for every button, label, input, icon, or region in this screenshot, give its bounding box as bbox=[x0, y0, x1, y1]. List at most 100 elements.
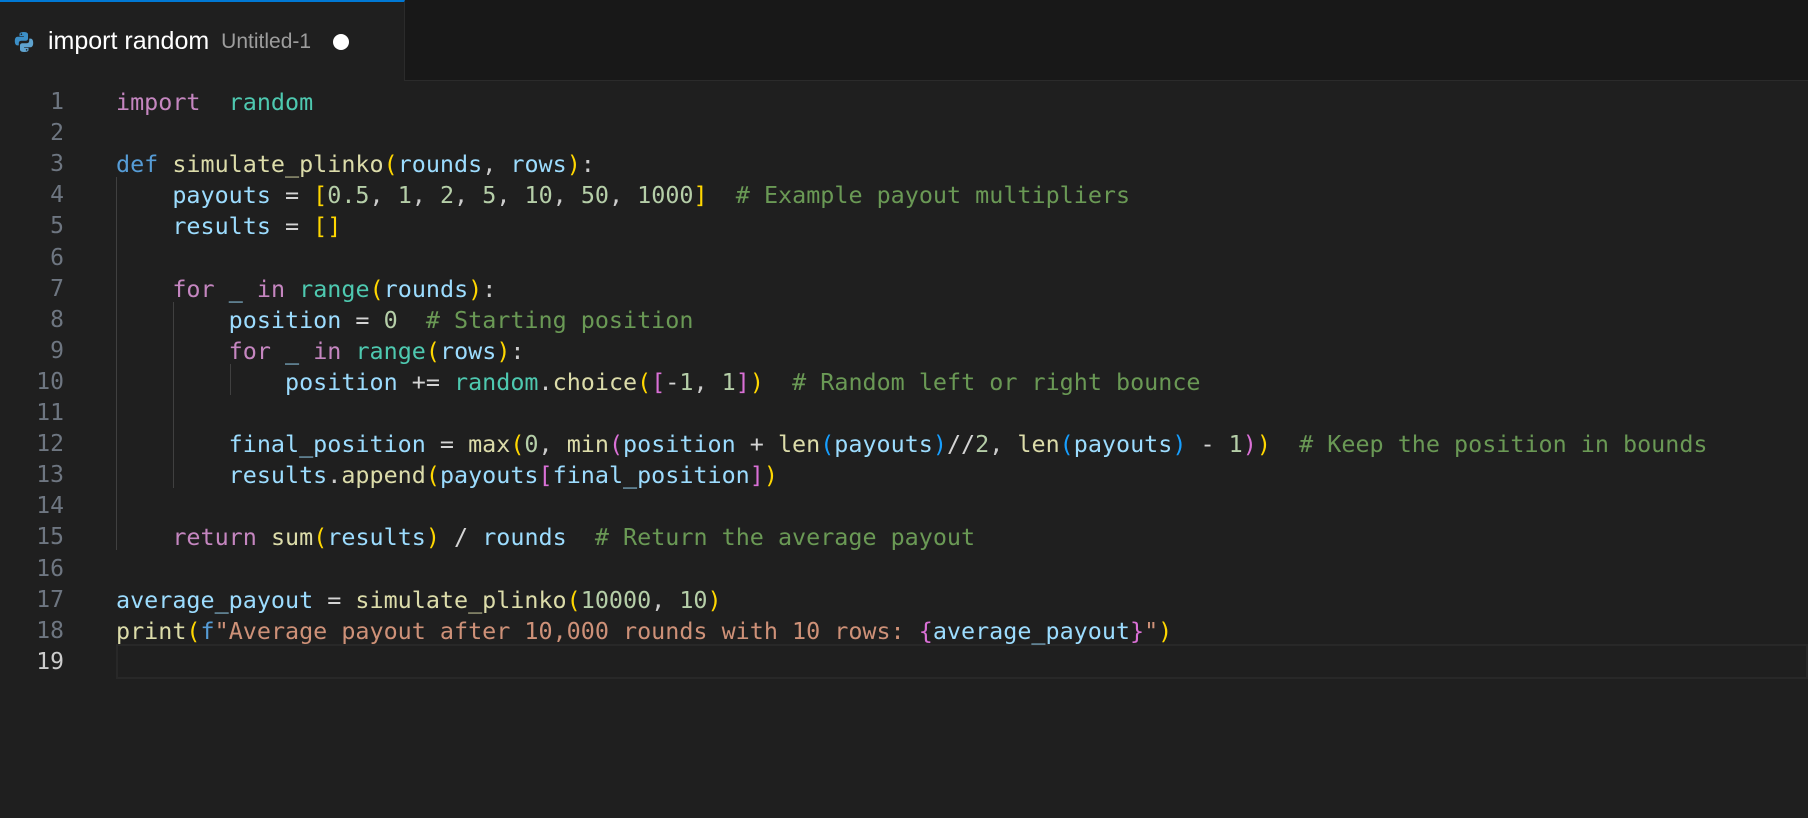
code-token: / bbox=[439, 523, 483, 552]
code-token: for bbox=[172, 274, 215, 303]
code-token: 5 bbox=[482, 181, 497, 210]
code-token: # Starting position bbox=[425, 305, 694, 334]
unsaved-indicator-icon[interactable] bbox=[333, 33, 350, 50]
code-token: ) bbox=[749, 367, 764, 396]
code-token: results bbox=[228, 461, 328, 490]
code-token: 10 bbox=[679, 585, 708, 614]
code-token: ) bbox=[763, 461, 778, 490]
code-token: , bbox=[693, 367, 722, 396]
code-token: rounds bbox=[482, 523, 567, 552]
code-token: def bbox=[116, 150, 159, 179]
code-token: , bbox=[496, 181, 525, 210]
code-token: } bbox=[1129, 616, 1145, 645]
code-line-19[interactable]: 19 bbox=[0, 644, 1808, 680]
code-token: { bbox=[918, 616, 933, 645]
code-token: min bbox=[566, 430, 609, 459]
code-token: ( bbox=[313, 523, 328, 552]
code-token: 50 bbox=[580, 181, 609, 210]
code-token: position bbox=[228, 305, 342, 334]
code-token: 0 bbox=[383, 305, 398, 334]
code-token: , bbox=[369, 181, 398, 210]
code-token: 1 bbox=[1228, 430, 1243, 459]
editor-tab-bar: import random Untitled-1 bbox=[0, 0, 1808, 81]
code-token: ) bbox=[566, 150, 581, 179]
code-token: ) bbox=[707, 585, 722, 614]
code-token: " bbox=[1144, 616, 1159, 645]
code-editor-window: import random Untitled-1 1 import random 2… bbox=[0, 0, 1808, 818]
code-token: 2 bbox=[975, 430, 990, 459]
code-token: sum bbox=[270, 523, 314, 552]
code-token: ) bbox=[468, 274, 483, 303]
code-token: ( bbox=[820, 430, 835, 459]
code-token: ( bbox=[186, 616, 201, 645]
code-token: ( bbox=[608, 430, 624, 459]
code-token: import bbox=[116, 88, 201, 116]
code-token: - bbox=[1186, 430, 1229, 459]
code-token: append bbox=[341, 461, 426, 490]
code-token: += bbox=[397, 367, 455, 396]
code-token: ] bbox=[749, 461, 764, 490]
code-token: "Average payout after 10,000 rounds with… bbox=[214, 616, 919, 645]
code-token: 1 bbox=[679, 367, 694, 396]
code-token: , bbox=[651, 585, 680, 614]
code-token: rows bbox=[439, 336, 497, 365]
editor-tab-untitled-1[interactable]: import random Untitled-1 bbox=[0, 0, 405, 81]
code-token: ) bbox=[1242, 430, 1257, 459]
code-token: , bbox=[482, 150, 511, 179]
code-token: in bbox=[313, 336, 342, 365]
code-token: range bbox=[355, 336, 426, 365]
code-token: = bbox=[313, 585, 356, 614]
code-token: = bbox=[270, 212, 314, 241]
code-token: print bbox=[116, 616, 187, 645]
code-token: len bbox=[1017, 430, 1060, 459]
line-number: 19 bbox=[36, 648, 64, 675]
code-token: random bbox=[228, 88, 314, 116]
code-token: // bbox=[946, 430, 976, 459]
code-token: ( bbox=[425, 461, 440, 490]
code-token: ) bbox=[425, 523, 440, 552]
tab-title: import random bbox=[48, 27, 210, 55]
code-token: simulate_plinko bbox=[172, 150, 384, 179]
code-token: results bbox=[327, 523, 426, 552]
code-token: # Keep the position in bounds bbox=[1299, 430, 1708, 459]
code-token: in bbox=[256, 274, 286, 303]
code-token: final_position bbox=[228, 430, 426, 459]
code-token: ] bbox=[735, 367, 750, 396]
code-token: _ bbox=[285, 336, 300, 365]
code-token: max bbox=[468, 430, 511, 459]
code-token: 0.5 bbox=[327, 181, 370, 210]
code-token: ( bbox=[510, 430, 525, 459]
code-token: ) bbox=[1172, 430, 1187, 459]
code-token: for bbox=[228, 336, 271, 365]
code-token: choice bbox=[552, 367, 638, 396]
indent-guide bbox=[230, 363, 232, 395]
code-token: final_position bbox=[552, 461, 750, 490]
code-token: return bbox=[172, 523, 257, 552]
tab-description: Untitled-1 bbox=[221, 29, 312, 53]
code-token: ) bbox=[932, 430, 947, 459]
code-token: 1000 bbox=[637, 181, 694, 210]
code-token: , bbox=[411, 181, 440, 210]
code-token: ) bbox=[1256, 430, 1271, 459]
code-editor-area[interactable]: 1 import random 2 3 def simulate_plinko(roun… bbox=[0, 82, 1808, 818]
code-token: , bbox=[552, 181, 581, 210]
code-token: - bbox=[665, 367, 680, 396]
code-token: ( bbox=[425, 336, 440, 365]
code-token: payouts bbox=[834, 430, 933, 459]
code-token: position bbox=[623, 430, 736, 459]
code-token: , bbox=[609, 181, 638, 210]
code-token: # Example payout multipliers bbox=[735, 181, 1131, 210]
code-token: # Random left or right bounce bbox=[792, 367, 1201, 396]
python-file-icon bbox=[12, 30, 36, 54]
code-token: rounds bbox=[383, 274, 469, 303]
